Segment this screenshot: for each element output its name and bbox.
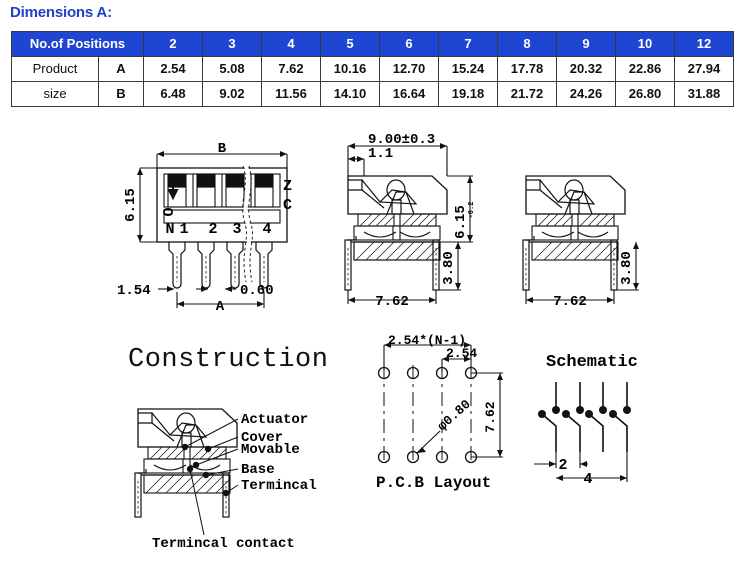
- cell-b-0: 6.48: [143, 81, 203, 107]
- cell-a-7: 20.32: [556, 56, 616, 82]
- label-on-o: O: [161, 207, 178, 216]
- position-number-3: 3: [232, 221, 241, 238]
- position-number-4: 4: [262, 221, 271, 238]
- label-on-n: N: [165, 221, 174, 238]
- drawing-construction: Actuator Cover Movable Base Termincal Te…: [130, 395, 360, 555]
- cell-a-9: 27.94: [674, 56, 734, 82]
- row-label-b: B: [98, 81, 144, 107]
- table-header-pos-8: 10: [615, 31, 675, 57]
- dim-row-space-label: 7.62: [483, 401, 498, 432]
- schematic-label-4: 4: [583, 471, 592, 488]
- schematic-label-2: 2: [558, 457, 567, 474]
- schematic-title: Schematic: [546, 353, 638, 372]
- position-number-2: 2: [208, 221, 217, 238]
- construction-label-termincal: Termincal: [241, 478, 317, 494]
- cell-a-8: 22.86: [615, 56, 675, 82]
- position-number-1: 1: [179, 221, 188, 238]
- cell-a-5: 15.24: [438, 56, 498, 82]
- drawing-top-view: 6.15 O N 1 2 3 4 Z C 1.54 0.60 A B: [112, 132, 342, 315]
- construction-label-movable: Movable: [241, 442, 300, 458]
- dim-lead-span-label: 7.62: [375, 294, 409, 310]
- marking-z: Z: [283, 178, 292, 195]
- table-header-pos-4: 6: [379, 31, 439, 57]
- construction-title: Construction: [128, 345, 329, 375]
- table-header-pos-6: 8: [497, 31, 557, 57]
- dim-a-label: A: [216, 299, 225, 315]
- table-header-pos-9: 12: [674, 31, 734, 57]
- dim-pin-offset-label: 1.54: [117, 283, 151, 299]
- cell-b-7: 24.26: [556, 81, 616, 107]
- drawing-schematic: Schematic 2 4: [528, 348, 718, 488]
- cell-a-2: 7.62: [261, 56, 321, 82]
- drawing-side-view-2: 3.80 7.62: [518, 132, 718, 312]
- cell-b-4: 16.64: [379, 81, 439, 107]
- construction-label-base: Base: [241, 462, 275, 478]
- dim-height-label: 6.15: [453, 205, 469, 239]
- pcb-layout-title: P.C.B Layout: [376, 474, 491, 492]
- dim-b-label: B: [218, 141, 227, 157]
- construction-label-termincal-contact: Termincal contact: [152, 536, 295, 552]
- cell-b-3: 14.10: [320, 81, 380, 107]
- dim-lip-label: 1.1: [368, 146, 393, 162]
- cell-b-2: 11.56: [261, 81, 321, 107]
- page-title: Dimensions A:: [10, 4, 112, 21]
- cell-a-4: 12.70: [379, 56, 439, 82]
- table-header-row: No.of Positions 2 3 4 5 6 7 8 9 10 12: [11, 31, 734, 57]
- dim-lead-span-label: 7.62: [553, 294, 587, 310]
- cell-b-6: 21.72: [497, 81, 557, 107]
- dim-pitch-label: 2.54: [446, 346, 477, 361]
- dim-height-label: 6.15: [123, 188, 139, 222]
- cell-b-1: 9.02: [202, 81, 262, 107]
- table-header-pos-2: 4: [261, 31, 321, 57]
- cell-b-9: 31.88: [674, 81, 734, 107]
- table-header-pos-1: 3: [202, 31, 262, 57]
- cell-b-8: 26.80: [615, 81, 675, 107]
- table-row: size B 6.48 9.02 11.56 14.10 16.64 19.18…: [11, 81, 734, 107]
- product-size-label-line2: size: [11, 81, 99, 107]
- table-header-pos-3: 5: [320, 31, 380, 57]
- cell-a-1: 5.08: [202, 56, 262, 82]
- table-header-pos-0: 2: [143, 31, 203, 57]
- cell-a-0: 2.54: [143, 56, 203, 82]
- dim-lead-length-label: 3.80: [441, 251, 457, 285]
- product-size-label-line1: Product: [11, 56, 99, 82]
- table-row: Product A 2.54 5.08 7.62 10.16 12.70 15.…: [11, 56, 734, 82]
- table-header-positions: No.of Positions: [11, 31, 144, 57]
- dim-lead-length-label: 3.80: [619, 251, 635, 285]
- dimensions-table: No.of Positions 2 3 4 5 6 7 8 9 10 12 Pr…: [11, 31, 734, 107]
- table-header-pos-7: 9: [556, 31, 616, 57]
- drawing-pcb-layout: 2.54*(N-1) 2.54 7.62 φ0.80 P.C.B Layout: [358, 333, 538, 515]
- construction-label-actuator: Actuator: [241, 412, 308, 428]
- dim-hole-label: φ0.80: [435, 397, 474, 434]
- cell-b-5: 19.18: [438, 81, 498, 107]
- drawing-side-view: 9.00±0.3 1.1 6.15 -0.2 3.80 7.62: [340, 132, 530, 312]
- cell-a-6: 17.78: [497, 56, 557, 82]
- table-header-pos-5: 7: [438, 31, 498, 57]
- marking-c: C: [283, 197, 292, 214]
- cell-a-3: 10.16: [320, 56, 380, 82]
- dim-tolerance-label: -0.2: [468, 202, 476, 219]
- dim-pin-width-label: 0.60: [240, 283, 274, 299]
- row-label-a: A: [98, 56, 144, 82]
